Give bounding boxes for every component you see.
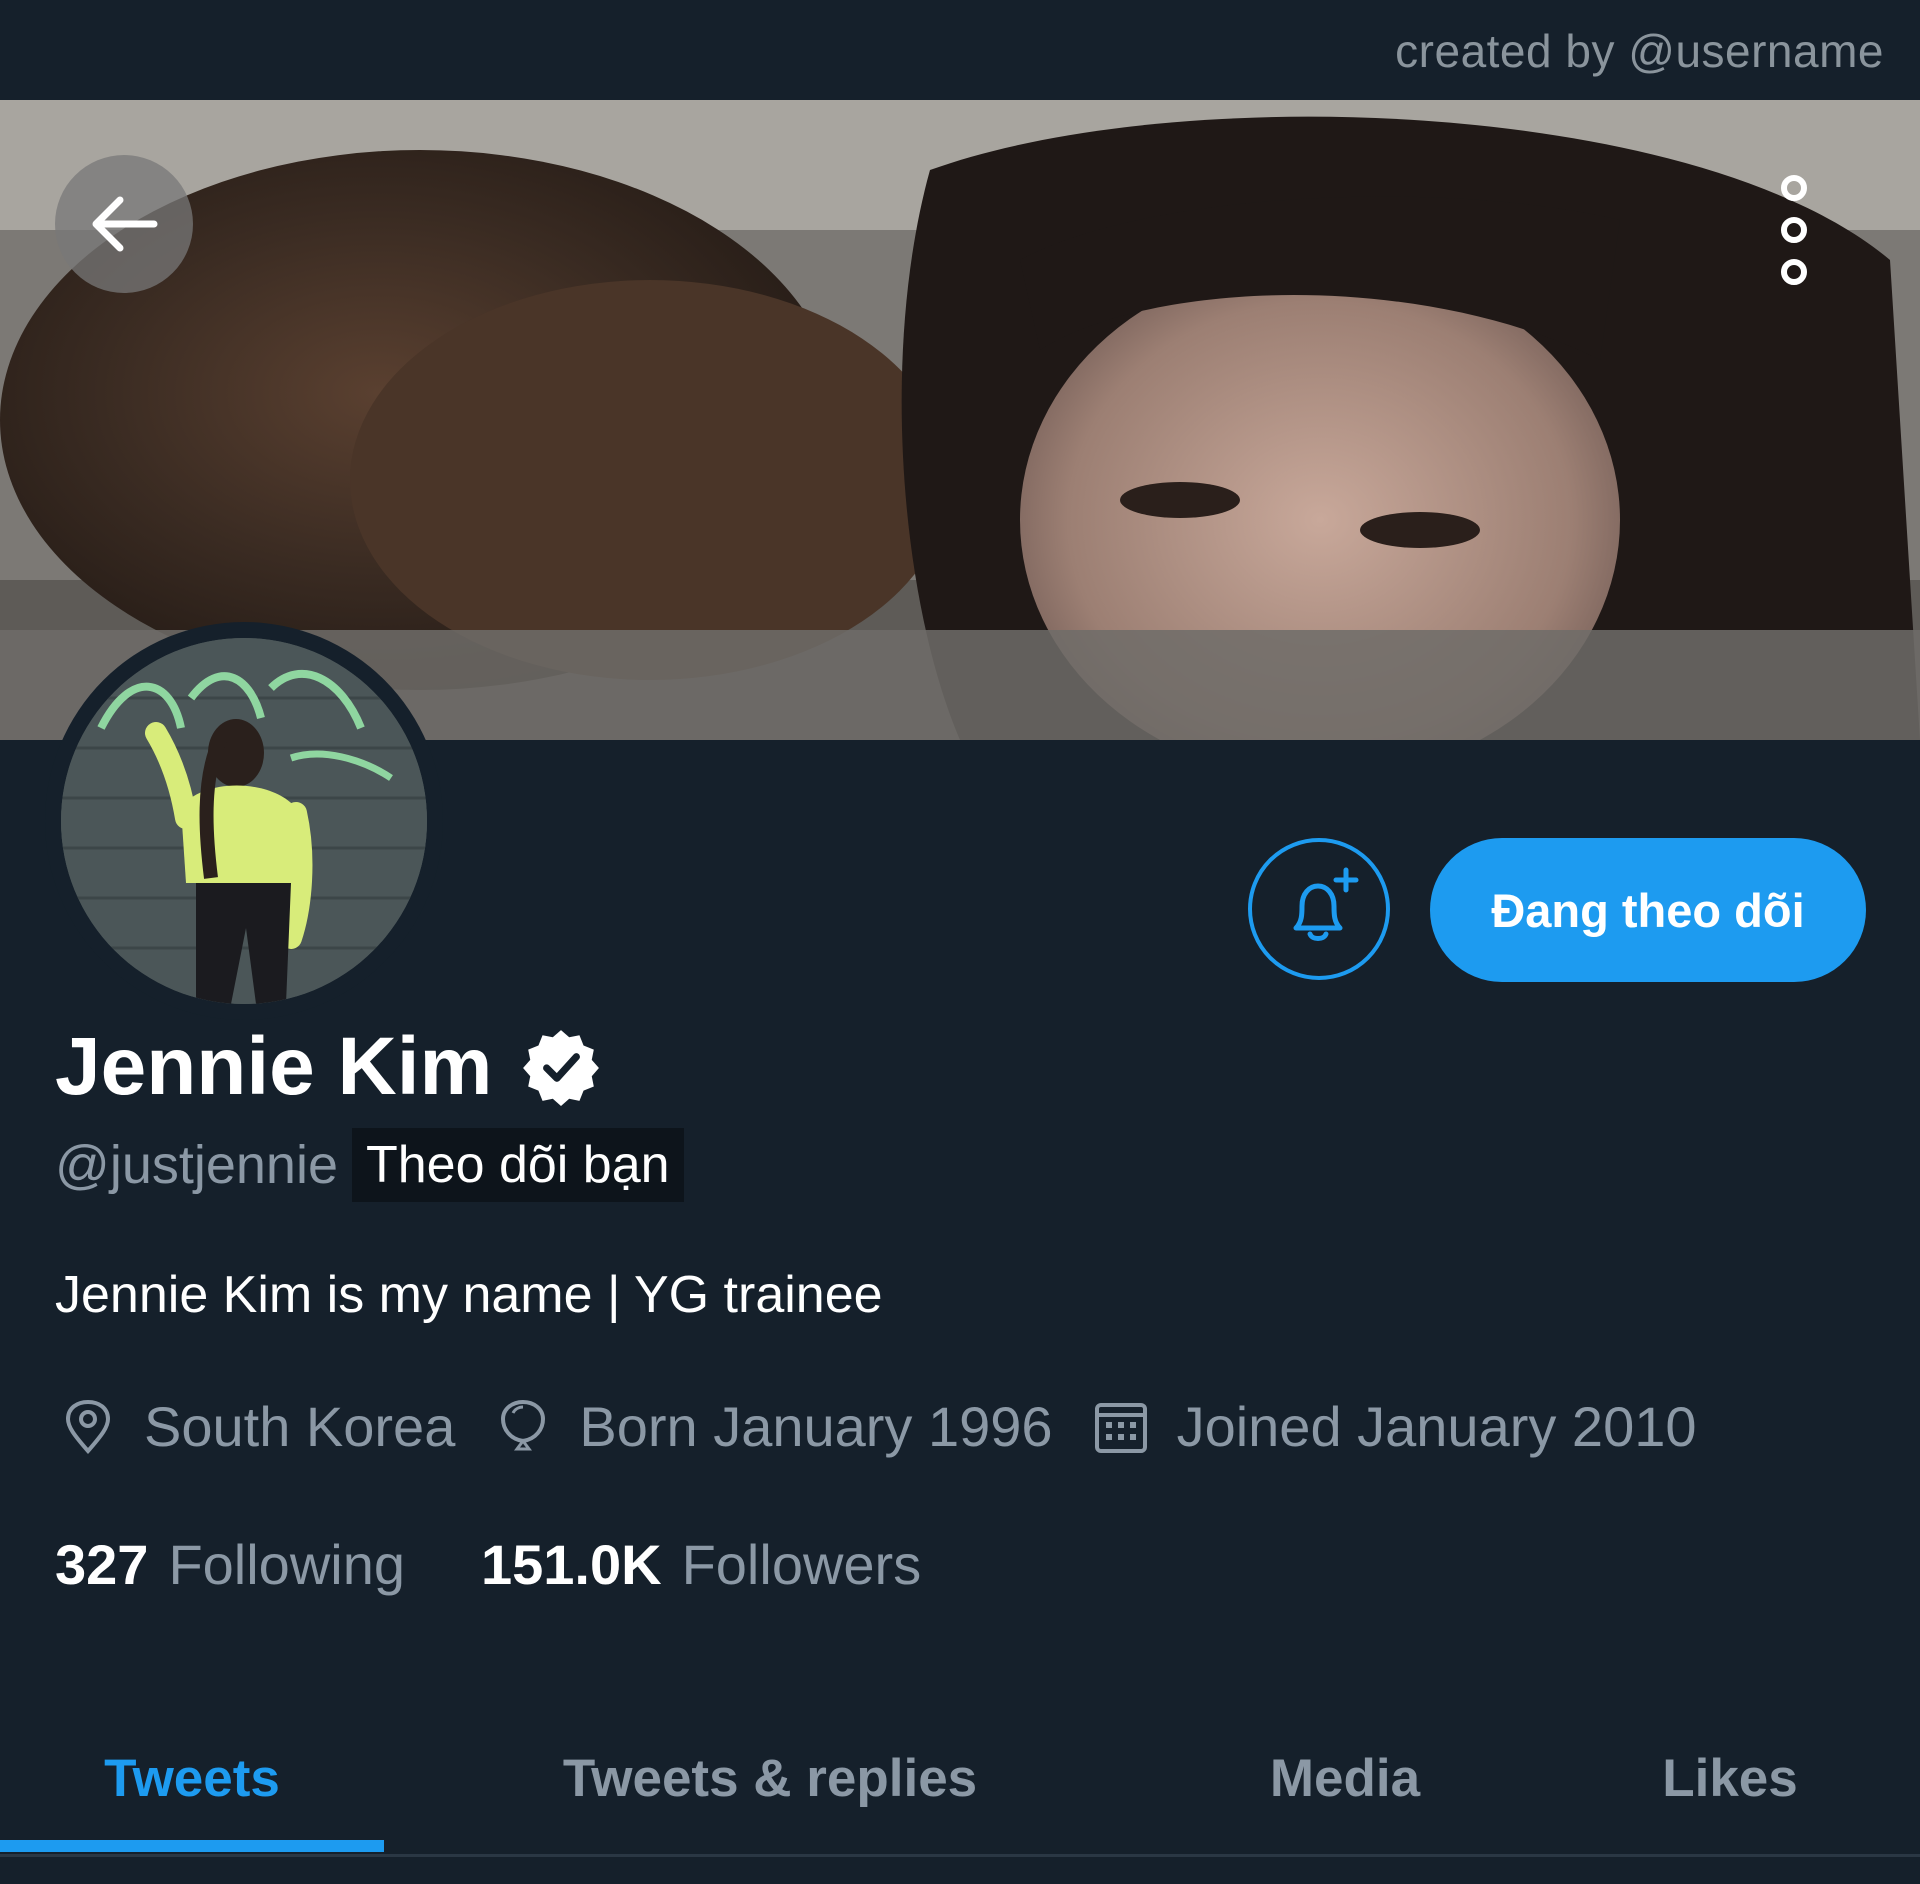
following-count: 327 (55, 1533, 149, 1596)
more-options-button[interactable] (1766, 175, 1822, 285)
tab-media[interactable]: Media (1190, 1700, 1500, 1856)
tab-divider (0, 1854, 1920, 1857)
joined-item: Joined January 2010 (1093, 1394, 1697, 1459)
location-text: South Korea (144, 1395, 456, 1458)
balloon-icon (501, 1399, 546, 1450)
followers-stat[interactable]: 151.0K Followers (481, 1532, 921, 1597)
user-handle: @justjennie (55, 1135, 338, 1195)
active-tab-indicator (0, 1840, 384, 1852)
name-row: Jennie Kim (55, 1020, 602, 1114)
follow-stats: 327 Following 151.0K Followers (55, 1532, 997, 1597)
avatar-photo (61, 638, 427, 1004)
credit-text: created by @username (1395, 25, 1884, 77)
verified-badge-icon (523, 1030, 600, 1106)
profile-bio: Jennie Kim is my name | YG trainee (55, 1266, 883, 1324)
following-stat[interactable]: 327 Following (55, 1532, 405, 1597)
arrow-left-icon (92, 196, 158, 252)
joined-text: Joined January 2010 (1176, 1395, 1697, 1458)
followers-count: 151.0K (481, 1533, 662, 1596)
avatar (61, 638, 427, 1004)
tab-tweets-replies[interactable]: Tweets & replies (480, 1700, 1060, 1856)
birthday-text: Born January 1996 (579, 1395, 1053, 1458)
calendar-icon (1094, 1402, 1147, 1453)
follows-you-badge: Theo dõi bạn (351, 1128, 684, 1202)
following-button[interactable]: Đang theo dõi (1430, 838, 1866, 982)
display-name: Jennie Kim (55, 1021, 493, 1112)
profile-meta: South Korea Born January 1996 Joined Jan… (60, 1394, 1737, 1459)
birthday-item: Born January 1996 (495, 1394, 1053, 1459)
handle-row: @justjennie Theo dõi bạn (55, 1128, 684, 1202)
followers-label: Followers (681, 1533, 922, 1596)
back-button[interactable] (55, 155, 193, 293)
tab-likes[interactable]: Likes (1580, 1700, 1880, 1856)
bell-plus-icon (1293, 867, 1359, 941)
location-pin-icon (65, 1399, 111, 1454)
profile-tabs: Tweets Tweets & replies Media Likes (0, 1700, 1920, 1856)
following-label: Following (168, 1533, 405, 1596)
more-vertical-icon (1781, 175, 1807, 201)
top-bar: created by @username (0, 0, 1920, 100)
avatar-frame[interactable] (45, 622, 443, 1020)
notifications-button[interactable] (1248, 838, 1390, 980)
location-item: South Korea (60, 1394, 455, 1459)
tab-tweets[interactable]: Tweets (0, 1700, 384, 1856)
